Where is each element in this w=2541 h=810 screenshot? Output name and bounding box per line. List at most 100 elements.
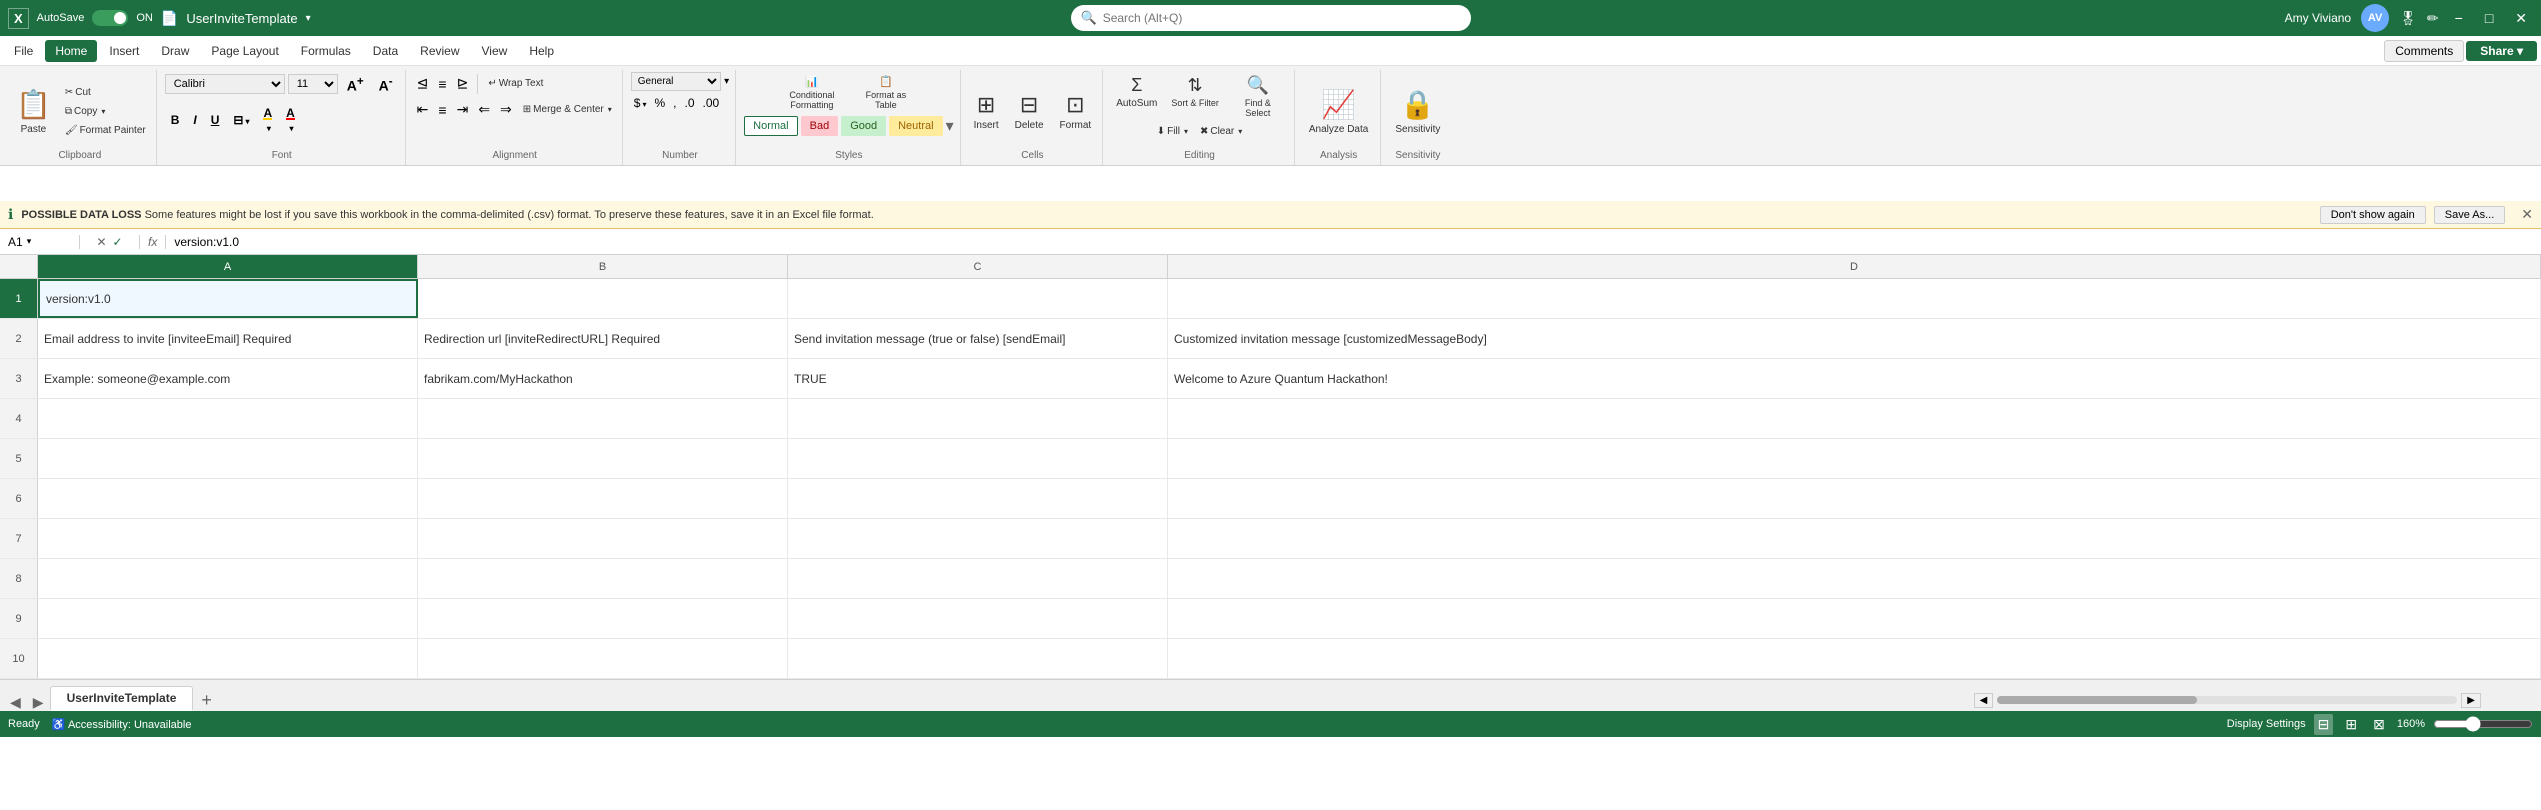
row-number[interactable]: 1 [0,279,38,318]
cell-b6[interactable] [418,479,788,518]
paste-button[interactable]: 📋 Paste [10,84,57,139]
cell-a9[interactable] [38,599,418,638]
ribbon-icon[interactable]: 🎖 [2399,10,2417,27]
cell-d2[interactable]: Customized invitation message [customize… [1168,319,2541,358]
decrease-font-button[interactable]: A- [373,72,399,97]
cell-a8[interactable] [38,559,418,598]
align-top-left-button[interactable]: ⊴ [414,72,432,95]
cell-c6[interactable] [788,479,1168,518]
increase-font-button[interactable]: A+ [341,72,370,97]
cell-b2[interactable]: Redirection url [inviteRedirectURL] Requ… [418,319,788,358]
merge-center-button[interactable]: ⊞ Merge & Center ▾ [519,102,616,117]
menu-item-view[interactable]: View [472,40,518,62]
comments-button[interactable]: Comments [2384,40,2464,62]
menu-item-data[interactable]: Data [363,40,408,62]
percent-button[interactable]: % [651,94,668,112]
styles-more-arrow[interactable]: ▾ [946,116,954,136]
cell-a1[interactable]: version:v1.0 [38,279,418,318]
cell-b7[interactable] [418,519,788,558]
dont-show-again-button[interactable]: Don't show again [2320,206,2426,224]
cell-a4[interactable] [38,399,418,438]
filename[interactable]: UserInviteTemplate [186,11,297,26]
insert-button[interactable]: ⊞ Insert [969,89,1004,134]
italic-button[interactable]: I [187,110,202,130]
col-header-c[interactable]: C [788,255,1168,278]
merge-dropdown[interactable]: ▾ [608,105,612,114]
scroll-left-button[interactable]: ◀ [1974,693,1994,708]
cell-a2[interactable]: Email address to invite [inviteeEmail] R… [38,319,418,358]
copy-button[interactable]: ⧉ Copy ▾ [61,104,110,119]
style-bad[interactable]: Bad [801,116,839,136]
cell-c4[interactable] [788,399,1168,438]
menu-item-insert[interactable]: Insert [99,40,149,62]
style-good[interactable]: Good [841,116,886,136]
close-button[interactable]: ✕ [2509,10,2533,27]
underline-button[interactable]: U [205,110,226,130]
save-as-button[interactable]: Save As... [2434,206,2506,224]
format-painter-button[interactable]: 🖌 Format Painter [61,123,150,138]
sort-filter-button[interactable]: ⇅ Sort & Filter [1166,72,1224,121]
add-sheet-button[interactable]: + [193,690,220,711]
cut-button[interactable]: ✂ Cut [61,85,95,100]
display-settings[interactable]: Display Settings [2227,718,2306,730]
menu-item-file[interactable]: File [4,40,43,62]
page-layout-view-button[interactable]: ⊞ [2341,714,2361,735]
format-as-table-button[interactable]: 📋 Format as Table [851,72,921,113]
align-center-button[interactable]: ≡ [435,99,449,121]
row-number[interactable]: 8 [0,559,38,598]
align-right-button[interactable]: ⇥ [454,98,472,121]
number-format-select[interactable]: General [631,72,721,91]
minimize-button[interactable]: − [2449,10,2469,26]
normal-view-button[interactable]: ⊟ [2314,714,2334,735]
dropdown-arrow-filename[interactable]: ▾ [306,13,311,24]
format-button[interactable]: ⊡ Format [1055,89,1097,134]
conditional-formatting-button[interactable]: 📊 Conditional Formatting [777,72,847,113]
cell-c2[interactable]: Send invitation message (true or false) … [788,319,1168,358]
zoom-slider[interactable] [2433,716,2533,732]
cell-c3[interactable]: TRUE [788,359,1168,398]
cell-d9[interactable] [1168,599,2541,638]
menu-item-help[interactable]: Help [519,40,564,62]
cell-c10[interactable] [788,639,1168,678]
menu-item-page-layout[interactable]: Page Layout [201,40,288,62]
bold-button[interactable]: B [165,110,186,130]
decrease-decimal-button[interactable]: .0 [682,94,698,112]
fill-dropdown[interactable]: ▾ [267,124,271,133]
cell-b8[interactable] [418,559,788,598]
col-header-a[interactable]: A [38,255,418,278]
indent-less-button[interactable]: ⇐ [475,98,493,121]
wrap-text-button[interactable]: ↵ Wrap Text [484,76,547,91]
fill-dropdown[interactable]: ▾ [1184,127,1188,136]
sensitivity-button[interactable]: 🔒 Sensitivity [1389,84,1446,139]
page-break-view-button[interactable]: ⊠ [2369,714,2389,735]
row-number[interactable]: 7 [0,519,38,558]
currency-button[interactable]: $▾ [631,94,650,112]
cell-d3[interactable]: Welcome to Azure Quantum Hackathon! [1168,359,2541,398]
cell-b9[interactable] [418,599,788,638]
borders-button[interactable]: ⊟▾ [227,110,255,130]
align-top-center-button[interactable]: ≡ [435,73,449,95]
menu-item-home[interactable]: Home [45,40,97,62]
row-number[interactable]: 9 [0,599,38,638]
confirm-formula-button[interactable]: ✓ [113,235,123,249]
autosave-toggle[interactable] [92,10,128,26]
cell-c5[interactable] [788,439,1168,478]
cell-d5[interactable] [1168,439,2541,478]
cell-d8[interactable] [1168,559,2541,598]
cell-a7[interactable] [38,519,418,558]
copy-dropdown[interactable]: ▾ [101,107,105,116]
col-header-d[interactable]: D [1168,255,2541,278]
formula-content[interactable]: version:v1.0 [166,235,2541,249]
analyze-data-button[interactable]: 📈 Analyze Data [1303,84,1374,139]
number-format-dropdown[interactable]: ▾ [724,76,729,87]
style-normal[interactable]: Normal [744,116,797,136]
scroll-right-button[interactable]: ▶ [2461,693,2481,708]
row-number[interactable]: 3 [0,359,38,398]
cell-b3[interactable]: fabrikam.com/MyHackathon [418,359,788,398]
cell-ref-dropdown[interactable]: ▾ [27,236,32,247]
cell-c1[interactable] [788,279,1168,318]
fill-color-button[interactable]: A▾ [257,103,278,137]
tab-scroll-right[interactable]: ▶ [27,694,50,711]
cell-d7[interactable] [1168,519,2541,558]
delete-button[interactable]: ⊟ Delete [1010,89,1049,134]
